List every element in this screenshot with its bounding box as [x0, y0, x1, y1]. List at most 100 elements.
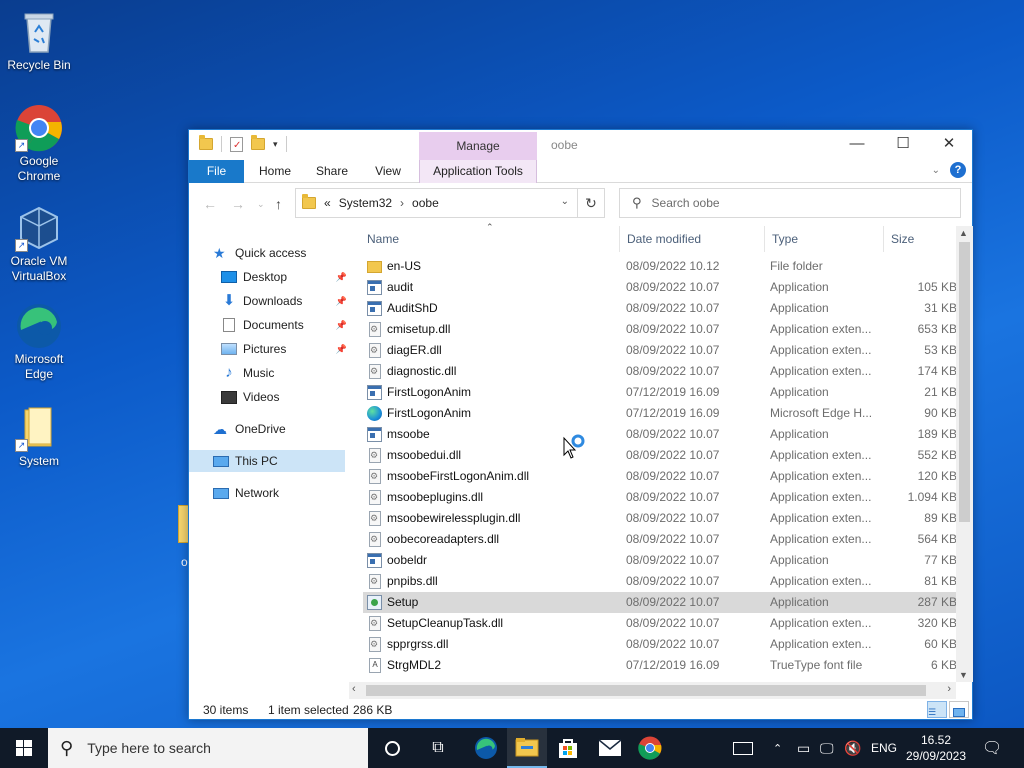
tab-view[interactable]: View [363, 160, 413, 183]
expand-ribbon-icon[interactable]: ⌄ [932, 165, 940, 176]
nav-pictures[interactable]: Pictures 📌 [221, 338, 347, 360]
horizontal-scroll-thumb[interactable] [366, 685, 926, 696]
file-row[interactable]: FirstLogonAnim 07/12/2019 16.09 Applicatio… [363, 382, 957, 403]
file-row[interactable]: oobeldr 08/09/2022 10.07 Application 77 KB [363, 550, 957, 571]
file-row[interactable]: AuditShD 08/09/2022 10.07 Application 31 KB [363, 298, 957, 319]
details-view-button[interactable]: ☰ [927, 701, 947, 718]
minimize-button[interactable]: — [834, 130, 880, 160]
pin-icon[interactable]: 📌 [336, 344, 347, 355]
breadcrumb-system32[interactable]: System32 [339, 196, 392, 210]
file-row[interactable]: pnpibs.dll 08/09/2022 10.07 Application ex… [363, 571, 957, 592]
search-box[interactable]: ⚲ Search oobe [619, 188, 961, 218]
address-dropdown-icon[interactable]: ⌄ [561, 196, 569, 207]
tab-file[interactable]: File [189, 160, 244, 183]
large-icons-view-button[interactable] [949, 701, 969, 718]
vertical-scrollbar[interactable]: ▲ ▼ [956, 226, 973, 682]
clock[interactable]: 16.52 29/09/2023 [900, 732, 972, 764]
desktop-icon-recycle-bin[interactable]: Recycle Bin [1, 8, 77, 73]
nav-music[interactable]: ♪ Music [221, 362, 274, 384]
column-separator[interactable] [883, 226, 884, 252]
show-hidden-icons-button[interactable]: ⌃ [773, 728, 782, 768]
nav-downloads[interactable]: ⬇ Downloads 📌 [221, 290, 347, 312]
pin-icon[interactable]: 📌 [336, 272, 347, 283]
file-row[interactable]: spprgrss.dll 08/09/2022 10.07 Application … [363, 634, 957, 655]
meet-now-button[interactable]: ▭ [797, 728, 810, 768]
network-tray-button[interactable]: 🖵 [820, 728, 834, 768]
file-row[interactable]: msoobeplugins.dll 08/09/2022 10.07 Applica… [363, 487, 957, 508]
tab-application-tools[interactable]: Application Tools [419, 160, 537, 183]
horizontal-scrollbar[interactable]: ‹ › [349, 682, 956, 699]
nav-desktop[interactable]: Desktop 📌 [221, 266, 347, 288]
scroll-left-icon[interactable]: ‹ [352, 683, 356, 695]
nav-quick-access[interactable]: ★ Quick access [213, 242, 306, 264]
taskbar-search-box[interactable]: ⚲ Type here to search [48, 728, 368, 768]
properties-icon[interactable]: ✓ [230, 136, 243, 152]
file-row[interactable]: A StrgMDL2 07/12/2019 16.09 TrueType font f… [363, 655, 957, 676]
column-header-date-modified[interactable]: Date modified [627, 226, 701, 252]
folder-icon[interactable] [199, 135, 213, 150]
taskbar-edge-button[interactable] [466, 728, 506, 768]
back-arrow-icon[interactable]: ← [203, 196, 217, 212]
address-overflow[interactable]: « [324, 196, 331, 210]
scroll-up-icon[interactable]: ▲ [959, 228, 968, 238]
recent-locations-icon[interactable]: ⌄ [257, 199, 265, 210]
nav-label: Downloads [243, 294, 303, 308]
vertical-scroll-thumb[interactable] [959, 242, 970, 522]
notifications-button[interactable]: 🗨 [982, 728, 1002, 768]
nav-network[interactable]: Network [213, 482, 279, 504]
desktop-icon-microsoft-edge[interactable]: Microsoft Edge [1, 302, 77, 382]
nav-documents[interactable]: Documents 📌 [221, 314, 347, 336]
file-row[interactable]: msoobeFirstLogonAnim.dll 08/09/2022 10.07… [363, 466, 957, 487]
breadcrumb-oobe[interactable]: oobe [412, 196, 439, 210]
tab-home[interactable]: Home [249, 160, 301, 183]
desktop-icon-virtualbox[interactable]: ↗ Oracle VM VirtualBox [1, 204, 77, 284]
file-row[interactable]: SetupCleanupTask.dll 08/09/2022 10.07 Appl… [363, 613, 957, 634]
forward-arrow-icon[interactable]: → [231, 196, 245, 212]
customize-toolbar-icon[interactable]: ▾ [273, 139, 278, 150]
desktop-icon-system[interactable]: ↗ System [1, 404, 77, 469]
column-header-name[interactable]: Name [367, 226, 399, 252]
nav-this-pc[interactable]: This PC [189, 450, 345, 472]
file-row[interactable]: audit 08/09/2022 10.07 Application 105 KB [363, 277, 957, 298]
cortana-button[interactable] [372, 728, 412, 768]
file-row[interactable]: diagER.dll 08/09/2022 10.07 Application ex… [363, 340, 957, 361]
taskbar-file-explorer-button[interactable] [507, 728, 547, 768]
refresh-button[interactable]: ↻ [578, 188, 605, 218]
task-view-button[interactable]: ⧉ [418, 728, 458, 768]
volume-button[interactable]: 🔇 [844, 728, 861, 768]
desktop-icon-google-chrome[interactable]: ↗ Google Chrome [1, 104, 77, 184]
file-row[interactable]: en-US 08/09/2022 10.12 File folder [363, 256, 957, 277]
up-arrow-icon[interactable]: ↑ [275, 196, 282, 212]
nav-videos[interactable]: Videos [221, 386, 279, 408]
close-button[interactable]: ✕ [926, 130, 972, 160]
help-icon[interactable]: ? [950, 162, 966, 178]
taskbar-store-button[interactable] [548, 728, 588, 768]
file-row[interactable]: msoobe 08/09/2022 10.07 Application 189 KB [363, 424, 957, 445]
nav-onedrive[interactable]: ☁ OneDrive [213, 418, 286, 440]
column-header-size[interactable]: Size [891, 226, 914, 252]
column-separator[interactable] [764, 226, 765, 252]
maximize-button[interactable]: ☐ [880, 130, 926, 160]
partial-desktop-icon[interactable]: o [170, 505, 190, 569]
input-language-button[interactable]: ENG [871, 728, 897, 768]
file-row[interactable]: msoobedui.dll 08/09/2022 10.07 Application… [363, 445, 957, 466]
column-separator[interactable] [619, 226, 620, 252]
touch-keyboard-button[interactable] [733, 728, 755, 768]
start-button[interactable] [0, 728, 48, 768]
pin-icon[interactable]: 📌 [336, 320, 347, 331]
file-row[interactable]: diagnostic.dll 08/09/2022 10.07 Applicatio… [363, 361, 957, 382]
scroll-right-icon[interactable]: › [947, 683, 951, 695]
taskbar-chrome-button[interactable] [630, 728, 670, 768]
file-row[interactable]: msoobewirelessplugin.dll 08/09/2022 10.07… [363, 508, 957, 529]
tab-share[interactable]: Share [306, 160, 358, 183]
new-folder-icon[interactable] [251, 135, 265, 150]
pin-icon[interactable]: 📌 [336, 296, 347, 307]
file-row[interactable]: oobecoreadapters.dll 08/09/2022 10.07 Appl… [363, 529, 957, 550]
file-row[interactable]: FirstLogonAnim 07/12/2019 16.09 Microsoft … [363, 403, 957, 424]
scroll-down-icon[interactable]: ▼ [959, 670, 968, 680]
address-bar[interactable]: « System32 › oobe ⌄ [295, 188, 578, 218]
column-header-type[interactable]: Type [772, 226, 798, 252]
taskbar-mail-button[interactable] [590, 728, 630, 768]
file-row[interactable]: Setup 08/09/2022 10.07 Application 287 KB [363, 592, 957, 613]
file-row[interactable]: cmisetup.dll 08/09/2022 10.07 Application … [363, 319, 957, 340]
